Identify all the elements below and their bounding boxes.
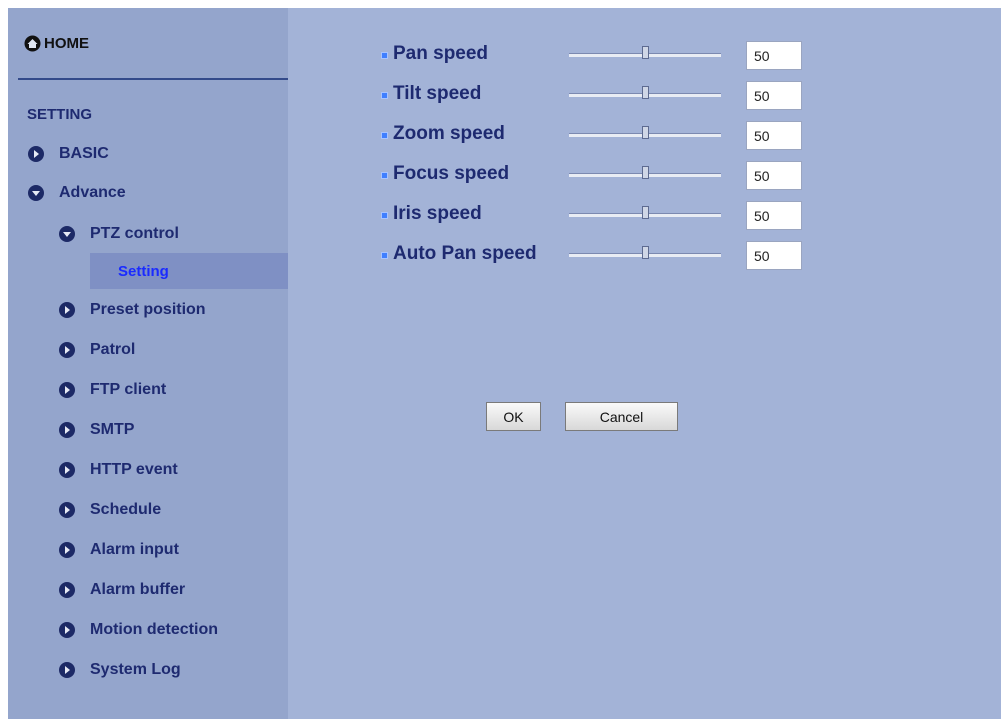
sidebar-item-preset-position[interactable]: Preset position <box>58 301 206 319</box>
sidebar-item-system-log[interactable]: System Log <box>58 661 181 679</box>
home-icon <box>24 35 41 51</box>
cancel-button[interactable]: Cancel <box>565 402 678 431</box>
sidebar-item-label: PTZ control <box>90 225 179 242</box>
iris-speed-label: Iris speed <box>393 203 482 224</box>
sidebar-item-motion-detection[interactable]: Motion detection <box>58 621 218 639</box>
auto-pan-speed-input[interactable] <box>746 241 802 270</box>
home-link[interactable]: HOME <box>24 32 89 54</box>
sidebar-item-alarm-input[interactable]: Alarm input <box>58 541 179 559</box>
iris-speed-slider-thumb[interactable] <box>641 206 649 219</box>
arrow-right-icon <box>59 662 75 678</box>
sidebar-item-label: Patrol <box>90 341 136 358</box>
sidebar-divider <box>18 78 288 80</box>
sidebar-item-patrol[interactable]: Patrol <box>58 341 135 359</box>
sidebar-item-label: FTP client <box>90 381 167 398</box>
sidebar-item-label: BASIC <box>59 145 109 162</box>
arrow-right-icon <box>28 146 44 162</box>
arrow-right-icon <box>59 502 75 518</box>
sidebar-item-label: Schedule <box>90 501 162 518</box>
sidebar-item-label: Advance <box>59 184 126 201</box>
focus-speed-label: Focus speed <box>393 163 510 184</box>
bullet-icon <box>381 252 388 259</box>
arrow-right-icon <box>59 422 75 438</box>
zoom-speed-slider-thumb[interactable] <box>641 126 649 139</box>
focus-speed-slider-thumb[interactable] <box>641 166 649 179</box>
sidebar-item-schedule[interactable]: Schedule <box>58 501 161 519</box>
tilt-speed-slider-thumb[interactable] <box>641 86 649 99</box>
ok-button[interactable]: OK <box>486 402 541 431</box>
zoom-speed-input[interactable] <box>746 121 802 150</box>
zoom-speed-label: Zoom speed <box>393 123 505 144</box>
tilt-speed-label: Tilt speed <box>393 83 482 104</box>
pan-speed-input[interactable] <box>746 41 802 70</box>
sidebar-item-ftp-client[interactable]: FTP client <box>58 381 166 399</box>
arrow-right-icon <box>59 342 75 358</box>
sidebar-item-http-event[interactable]: HTTP event <box>58 461 178 479</box>
sidebar-item-label: SMTP <box>90 421 135 438</box>
arrow-right-icon <box>59 302 75 318</box>
tilt-speed-input[interactable] <box>746 81 802 110</box>
arrow-right-icon <box>59 382 75 398</box>
sidebar-item-basic[interactable]: BASIC <box>27 145 109 163</box>
sidebar-item-label: System Log <box>90 661 181 678</box>
bullet-icon <box>381 132 388 139</box>
sidebar-item-label: Preset position <box>90 301 206 318</box>
sidebar-item-label: HTTP event <box>90 461 178 478</box>
arrow-right-icon <box>59 622 75 638</box>
setting-section-title: SETTING <box>27 106 93 123</box>
pan-speed-slider-thumb[interactable] <box>641 46 649 59</box>
bullet-icon <box>381 172 388 179</box>
arrow-right-icon <box>59 462 75 478</box>
pan-speed-label: Pan speed <box>393 43 489 64</box>
bullet-icon <box>381 212 388 219</box>
auto-pan-speed-slider-thumb[interactable] <box>641 246 649 259</box>
sidebar-item-advance[interactable]: Advance <box>27 184 126 202</box>
arrow-right-icon <box>59 542 75 558</box>
focus-speed-input[interactable] <box>746 161 802 190</box>
sidebar-item-label: Alarm buffer <box>90 581 186 598</box>
bullet-icon <box>381 52 388 59</box>
sidebar-item-label: Motion detection <box>90 621 218 638</box>
auto-pan-speed-label: Auto Pan speed <box>393 243 537 264</box>
home-label: HOME <box>44 34 89 52</box>
sidebar-item-setting[interactable]: Setting <box>118 263 169 280</box>
arrow-down-icon <box>59 226 75 242</box>
bullet-icon <box>381 92 388 99</box>
sidebar-item-smtp[interactable]: SMTP <box>58 421 134 439</box>
arrow-down-icon <box>28 185 44 201</box>
sidebar-item-label: Alarm input <box>90 541 179 558</box>
iris-speed-input[interactable] <box>746 201 802 230</box>
sidebar-item-alarm-buffer[interactable]: Alarm buffer <box>58 581 185 599</box>
arrow-right-icon <box>59 582 75 598</box>
sidebar-item-ptz-control[interactable]: PTZ control <box>58 225 179 243</box>
